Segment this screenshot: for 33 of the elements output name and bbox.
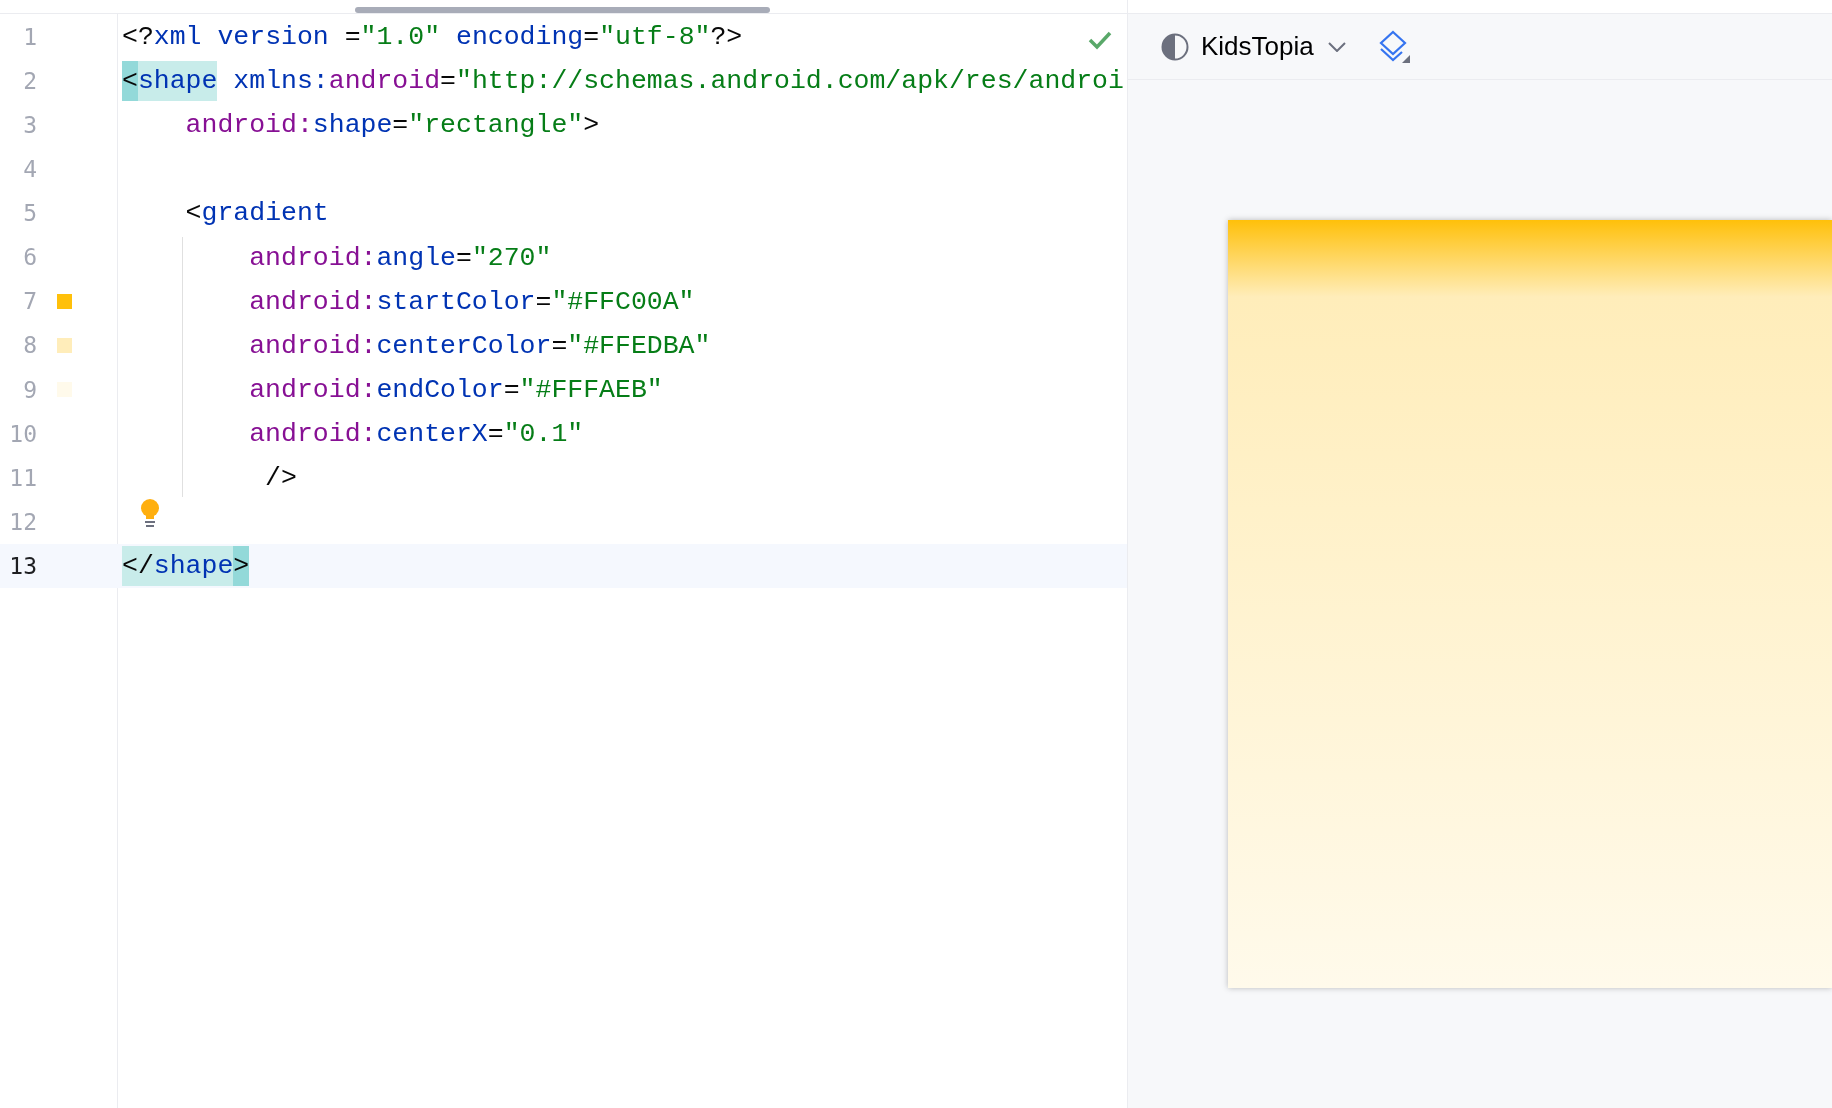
color-swatch[interactable] [57, 294, 72, 310]
line-number: 11 [9, 463, 37, 493]
check-icon [1088, 30, 1112, 50]
line-number: 5 [23, 199, 37, 229]
line-number: 9 [23, 375, 37, 405]
code-line: /> [264, 462, 297, 495]
line-number: 1 [23, 22, 37, 52]
code-line: android:centerX="0.1" [248, 417, 584, 451]
theme-dropdown[interactable]: KidsTopia [1201, 27, 1346, 66]
line-number: 2 [23, 66, 37, 96]
line-number: 7 [23, 287, 37, 317]
line-number: 10 [9, 419, 37, 449]
code-line: </shape> [122, 550, 250, 584]
line-number: 6 [23, 243, 37, 273]
line-number: 8 [23, 331, 37, 361]
line-number: 13 [9, 551, 37, 581]
code-line: android:endColor="#FFFAEB" [248, 373, 663, 407]
code-line: android:shape="rectangle"> [184, 109, 600, 143]
line-number: 3 [23, 111, 37, 140]
scrollbar-thumb[interactable] [355, 7, 770, 13]
code-line: android:startColor="#FFC00A" [248, 285, 695, 319]
color-swatch[interactable] [57, 338, 72, 354]
lightbulb-icon[interactable] [139, 498, 161, 529]
code-line: android:angle="270" [248, 241, 552, 275]
layers-icon[interactable] [1377, 29, 1412, 64]
code-line: android:centerColor="#FFEDBA" [248, 329, 711, 363]
code-line: <shape xmlns:android="http://schemas.android.com/apk/res/androi [122, 65, 1124, 99]
line-number: 12 [9, 507, 37, 537]
contrast-icon[interactable] [1161, 32, 1189, 61]
code-line: <?xml version ="1.0" encoding="utf-8"?> [122, 21, 743, 55]
chevron-down-icon [1327, 41, 1346, 52]
line-number: 4 [23, 155, 37, 185]
code-line: <gradient [184, 197, 329, 231]
